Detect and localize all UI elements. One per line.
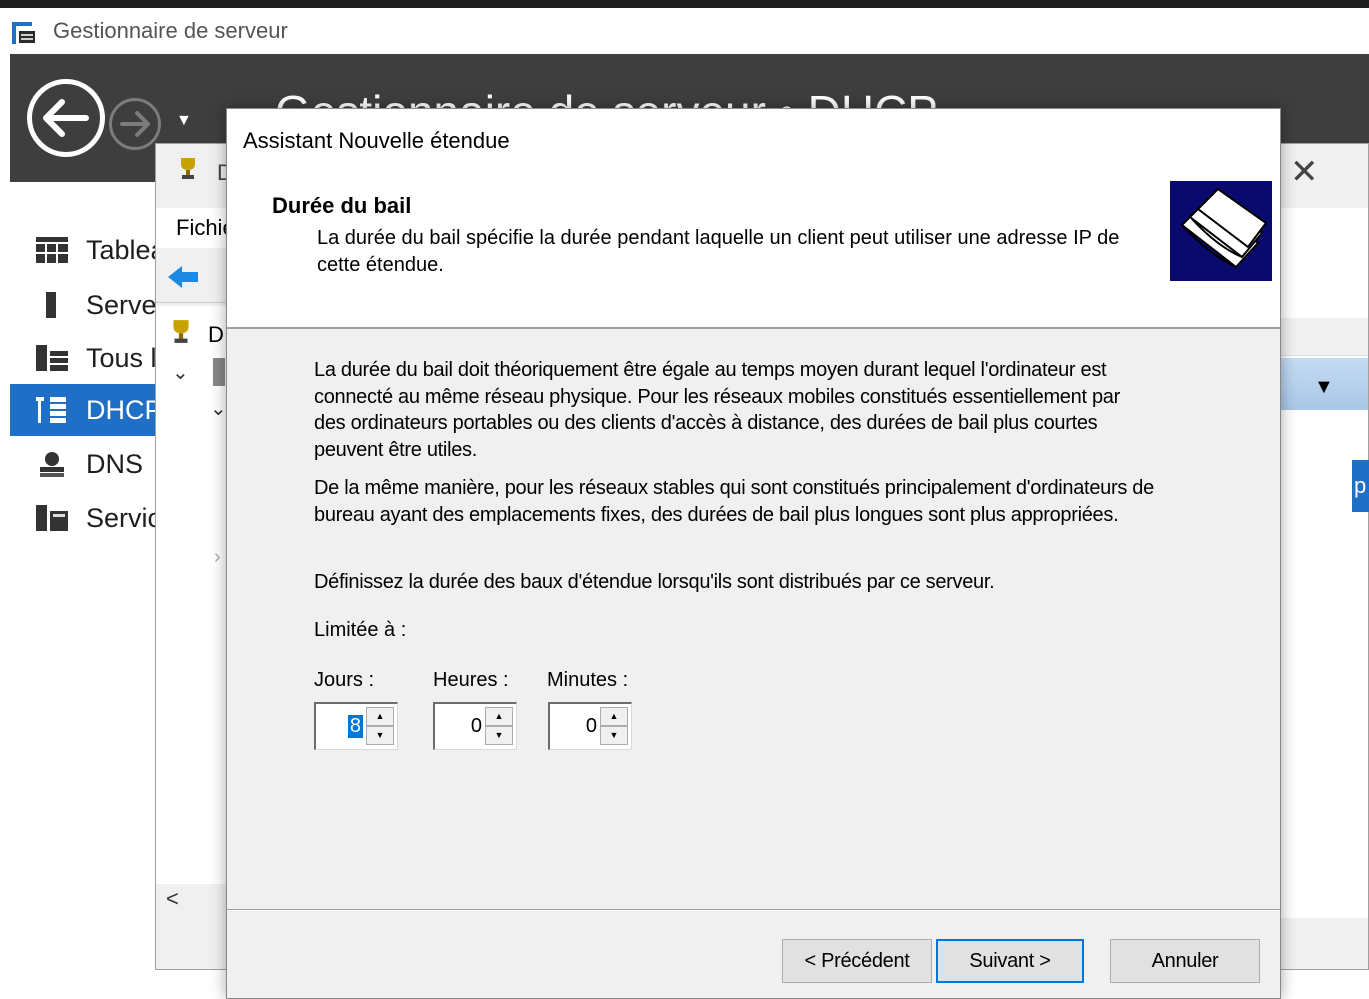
next-button[interactable]: Suivant > (936, 939, 1084, 983)
sidebar-item-label: Tableau de bord (86, 234, 160, 265)
cancel-button[interactable]: Annuler (1110, 939, 1260, 983)
dhcp-console-icon (181, 158, 195, 179)
tree-collapsed-chevron-icon[interactable]: › (214, 546, 221, 569)
sidebar-item-file-services[interactable]: Services de fichiers (10, 492, 160, 544)
history-dropdown-icon[interactable]: ▼ (176, 112, 192, 130)
new-scope-wizard-dialog: Assistant Nouvelle étendue Durée du bail… (226, 108, 1281, 999)
server-manager-app-icon (12, 22, 35, 44)
previous-button[interactable]: < Précédent (782, 939, 932, 983)
dhcp-tree-pane (156, 306, 226, 886)
tree-server-icon (213, 358, 225, 386)
days-spinbox[interactable]: 8 ▲ ▼ (314, 702, 398, 750)
sidebar-item-label: DNS (86, 448, 144, 479)
forward-arrow-icon (120, 111, 150, 137)
hours-decrement-icon[interactable]: ▼ (485, 726, 513, 745)
sidebar-item-label: Services de fichiers (86, 502, 160, 533)
dashboard-icon (36, 237, 68, 263)
wizard-title: Assistant Nouvelle étendue (243, 128, 510, 153)
actions-dropdown-icon[interactable]: ▼ (1314, 376, 1334, 399)
server-icon (46, 292, 56, 318)
tree-root-label[interactable]: D (208, 322, 224, 348)
minutes-label: Minutes : (547, 669, 629, 691)
back-button[interactable] (27, 79, 105, 157)
minutes-increment-icon[interactable]: ▲ (600, 707, 628, 726)
dhcp-close-icon[interactable]: ✕ (1290, 155, 1319, 189)
lease-explanation-text: La durée du bail doit théoriquement être… (314, 359, 1120, 461)
wizard-titlebar: Assistant Nouvelle étendue (227, 109, 1280, 171)
wizard-footer-separator (227, 909, 1280, 911)
days-decrement-icon[interactable]: ▼ (366, 726, 394, 745)
file-services-icon (36, 505, 68, 531)
dns-icon (40, 452, 64, 477)
sidebar-item-label: DHCP (86, 394, 160, 425)
sidebar-item-dns[interactable]: DNS (10, 438, 160, 490)
actions-pane-header (1280, 318, 1368, 356)
minutes-decrement-icon[interactable]: ▼ (600, 726, 628, 745)
sidebar-item-local-server[interactable]: Serveur local (10, 279, 160, 331)
hours-increment-icon[interactable]: ▲ (485, 707, 513, 726)
lease-instruction-text: Définissez la durée des baux d'étendue l… (314, 571, 995, 593)
dhcp-root-icon (173, 320, 189, 343)
sidebar-item-all-servers[interactable]: Tous les serveurs (10, 332, 160, 384)
scroll-left-icon[interactable]: < (166, 886, 179, 912)
hours-label: Heures : (433, 669, 509, 691)
dhcp-icon (36, 397, 66, 423)
days-increment-icon[interactable]: ▲ (366, 707, 394, 726)
limited-to-label: Limitée à : (314, 619, 407, 641)
minutes-value[interactable]: 0 (586, 715, 597, 738)
forward-button[interactable] (109, 98, 161, 150)
wizard-step-title: Durée du bail (272, 193, 412, 218)
actions-selected-item[interactable]: p (1352, 460, 1369, 512)
days-label: Jours : (314, 669, 375, 691)
sidebar-item-label: Tous les serveurs (86, 342, 160, 373)
back-arrow-icon (43, 99, 89, 137)
wizard-step-subtitle: La durée du bail spécifie la durée penda… (317, 227, 1120, 276)
sidebar-item-dhcp[interactable]: DHCP (10, 384, 160, 436)
wizard-header: Durée du bail La durée du bail spécifie … (227, 171, 1280, 329)
server-manager-title: Gestionnaire de serveur (53, 18, 288, 43)
minutes-spinbox[interactable]: 0 ▲ ▼ (548, 702, 632, 750)
top-edge-bar (0, 0, 1369, 8)
wizard-body: La durée du bail doit théoriquement être… (227, 329, 1280, 910)
days-value[interactable]: 8 (347, 715, 363, 738)
servers-icon (36, 345, 68, 371)
tree-expand-chevron-icon[interactable]: ⌄ (210, 396, 227, 421)
tree-expand-chevron-icon[interactable]: ⌄ (172, 360, 189, 385)
sidebar-item-dashboard[interactable]: Tableau de bord (10, 224, 160, 276)
toolbar-back-icon[interactable] (166, 264, 202, 290)
days-spin-buttons: ▲ ▼ (366, 707, 394, 745)
sidebar-item-label: Serveur local (86, 289, 160, 320)
minutes-spin-buttons: ▲ ▼ (600, 707, 628, 745)
folders-icon (1170, 181, 1272, 281)
lease-stable-network-text: De la même manière, pour les réseaux sta… (314, 477, 1154, 526)
hours-spin-buttons: ▲ ▼ (485, 707, 513, 745)
hours-spinbox[interactable]: 0 ▲ ▼ (433, 702, 517, 750)
hours-value[interactable]: 0 (471, 715, 482, 738)
